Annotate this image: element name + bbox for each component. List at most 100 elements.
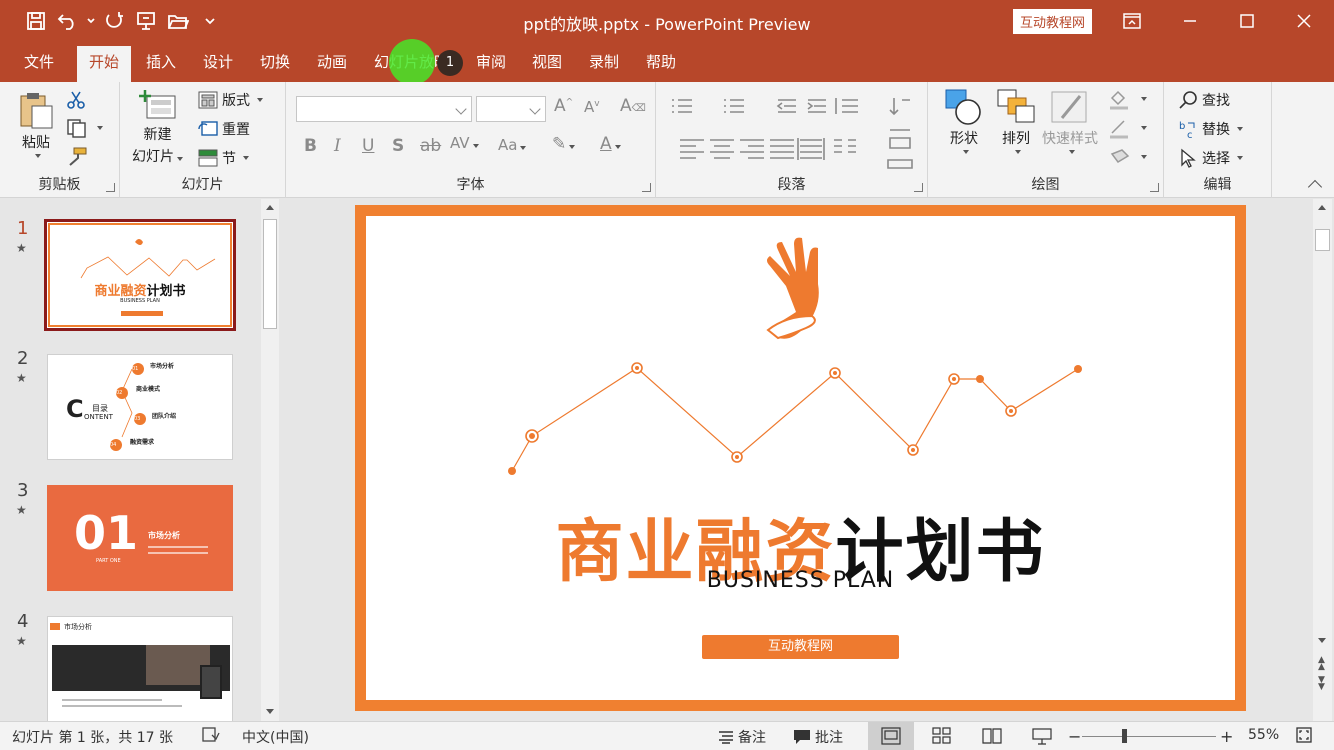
next-slide-icon[interactable]: ▼ ▼: [1318, 676, 1325, 692]
shapes-button[interactable]: 形状: [944, 88, 984, 154]
change-case-icon[interactable]: Aa: [498, 136, 527, 154]
editing-group: 查找 bc 替换 选择 编辑: [1164, 82, 1272, 198]
paragraph-label: 段落: [777, 177, 806, 193]
thumbnail-scrollbar[interactable]: [261, 199, 279, 721]
copy-icon[interactable]: [66, 118, 103, 138]
slide-thumbnail-1[interactable]: 商业融资计划书 BUSINESS PLAN: [44, 219, 236, 331]
paragraph-launcher-icon[interactable]: [914, 183, 923, 192]
font-color-icon[interactable]: A: [600, 134, 621, 154]
animation-star-icon: ★: [16, 503, 27, 517]
reset-button[interactable]: 重置: [198, 119, 250, 139]
undo-dropdown-icon[interactable]: [86, 8, 96, 34]
normal-view-button[interactable]: [868, 722, 914, 750]
new-slide-button[interactable]: 新建 幻灯片: [132, 90, 183, 166]
previous-slide-icon[interactable]: ▲ ▲: [1318, 656, 1325, 672]
bold-icon[interactable]: B: [304, 136, 317, 156]
save-icon[interactable]: [22, 8, 50, 34]
tab-view[interactable]: 视图: [520, 50, 574, 82]
maximize-icon[interactable]: [1219, 0, 1275, 42]
shape-fill-icon[interactable]: [1108, 88, 1147, 110]
slide-thumbnail-2[interactable]: C 目录 ONTENT 01 02 03 04 市场分析 商业模式 团队介绍 融…: [47, 354, 233, 460]
slide-scroll-thumb[interactable]: [1315, 229, 1330, 251]
paragraph-tools-icon[interactable]: [666, 96, 916, 176]
tab-record[interactable]: 录制: [577, 50, 631, 82]
tab-review[interactable]: 审阅: [464, 50, 518, 82]
fit-to-window-icon[interactable]: [1296, 727, 1312, 743]
zoom-in-icon[interactable]: +: [1220, 727, 1233, 746]
clear-formatting-icon[interactable]: A⌫: [620, 96, 646, 116]
clipboard-launcher-icon[interactable]: [106, 183, 115, 192]
tab-transitions[interactable]: 切换: [248, 50, 302, 82]
shape-outline-icon[interactable]: [1108, 117, 1147, 139]
present-from-start-icon[interactable]: [132, 8, 160, 34]
zoom-level[interactable]: 55%: [1248, 727, 1279, 743]
ribbon-tabs: 文件 开始 插入 设计 切换 动画 幻灯片放映 审阅 视图 录制 帮助 共享: [0, 42, 1334, 116]
font-size-combo[interactable]: [476, 96, 546, 122]
zoom-slider-thumb[interactable]: [1122, 729, 1127, 743]
slide-subtitle[interactable]: BUSINESS PLAN: [366, 568, 1235, 593]
thumb-2-num3: 03: [134, 416, 141, 422]
increase-font-size-icon[interactable]: A^: [554, 96, 573, 116]
slideshow-view-icon[interactable]: [1032, 727, 1052, 745]
italic-icon[interactable]: I: [334, 136, 341, 156]
thumb-2-num4: 04: [110, 442, 117, 448]
zoom-slider[interactable]: [1082, 736, 1216, 737]
slide-sorter-icon[interactable]: [932, 727, 952, 745]
thumbnail-scroll-thumb[interactable]: [263, 219, 277, 329]
underline-icon[interactable]: U: [362, 136, 374, 156]
open-folder-icon[interactable]: [164, 8, 192, 34]
reading-view-icon[interactable]: [982, 727, 1002, 745]
paste-button[interactable]: 粘贴: [18, 90, 54, 158]
redo-icon[interactable]: [100, 8, 128, 34]
clipboard-label: 剪贴板: [38, 177, 81, 193]
slide-number: 4: [17, 611, 29, 632]
quick-styles-button[interactable]: 快速样式: [1042, 88, 1098, 154]
shapes-icon: [945, 89, 981, 125]
decrease-font-size-icon[interactable]: Av: [584, 98, 600, 116]
select-button[interactable]: 选择: [1178, 148, 1243, 168]
drawing-launcher-icon[interactable]: [1150, 183, 1159, 192]
tab-home[interactable]: 开始: [77, 46, 132, 82]
character-spacing-icon[interactable]: AV: [450, 134, 479, 152]
section-button[interactable]: 节: [198, 148, 249, 168]
strikethrough-icon[interactable]: ab: [420, 136, 441, 156]
slide-thumbnail-3[interactable]: 01 PART ONE 市场分析: [47, 485, 233, 591]
arrange-button[interactable]: 排列: [996, 88, 1036, 154]
ribbon-display-options-icon[interactable]: [1104, 0, 1160, 42]
tab-design[interactable]: 设计: [191, 50, 245, 82]
accessibility-icon[interactable]: [202, 727, 220, 743]
replace-button[interactable]: bc 替换: [1178, 119, 1243, 139]
tab-file[interactable]: 文件: [12, 50, 66, 82]
reset-label: 重置: [222, 122, 250, 138]
text-shadow-icon[interactable]: S: [392, 136, 404, 156]
undo-icon[interactable]: [54, 8, 82, 34]
notes-button[interactable]: 备注: [718, 727, 766, 747]
current-slide[interactable]: 商业融资计划书 BUSINESS PLAN 互动教程网: [355, 205, 1246, 711]
font-launcher-icon[interactable]: [642, 183, 651, 192]
minimize-icon[interactable]: [1162, 0, 1218, 42]
comments-button[interactable]: 批注: [793, 727, 843, 747]
cut-icon[interactable]: [66, 90, 86, 110]
format-painter-icon[interactable]: [66, 146, 88, 166]
thumb-2-item1: 市场分析: [150, 363, 175, 370]
layout-button[interactable]: 版式: [198, 90, 263, 110]
thumb-1-title-black: 计划书: [146, 284, 186, 299]
slide-graphics: [508, 237, 1082, 475]
find-button[interactable]: 查找: [1178, 90, 1230, 110]
tab-animations[interactable]: 动画: [305, 50, 359, 82]
zoom-out-icon[interactable]: −: [1068, 727, 1081, 746]
font-name-combo[interactable]: [296, 96, 472, 122]
tab-insert[interactable]: 插入: [134, 50, 188, 82]
customize-qat-icon[interactable]: [196, 8, 224, 34]
slide-brand-button[interactable]: 互动教程网: [702, 635, 899, 659]
close-icon[interactable]: [1276, 0, 1332, 42]
collapse-ribbon-icon[interactable]: [1307, 179, 1323, 195]
highlight-color-icon[interactable]: ✎: [552, 134, 576, 154]
tab-help[interactable]: 帮助: [634, 50, 688, 82]
shape-effects-icon[interactable]: [1108, 146, 1147, 168]
slide-thumbnail-4[interactable]: 市场分析: [47, 616, 233, 722]
drawing-label: 绘图: [1031, 177, 1060, 193]
slide-scrollbar[interactable]: ▲ ▲ ▼ ▼: [1313, 199, 1332, 721]
language-indicator[interactable]: 中文(中国): [242, 727, 309, 747]
window-title: ppt的放映.pptx - PowerPoint Preview: [523, 15, 811, 34]
